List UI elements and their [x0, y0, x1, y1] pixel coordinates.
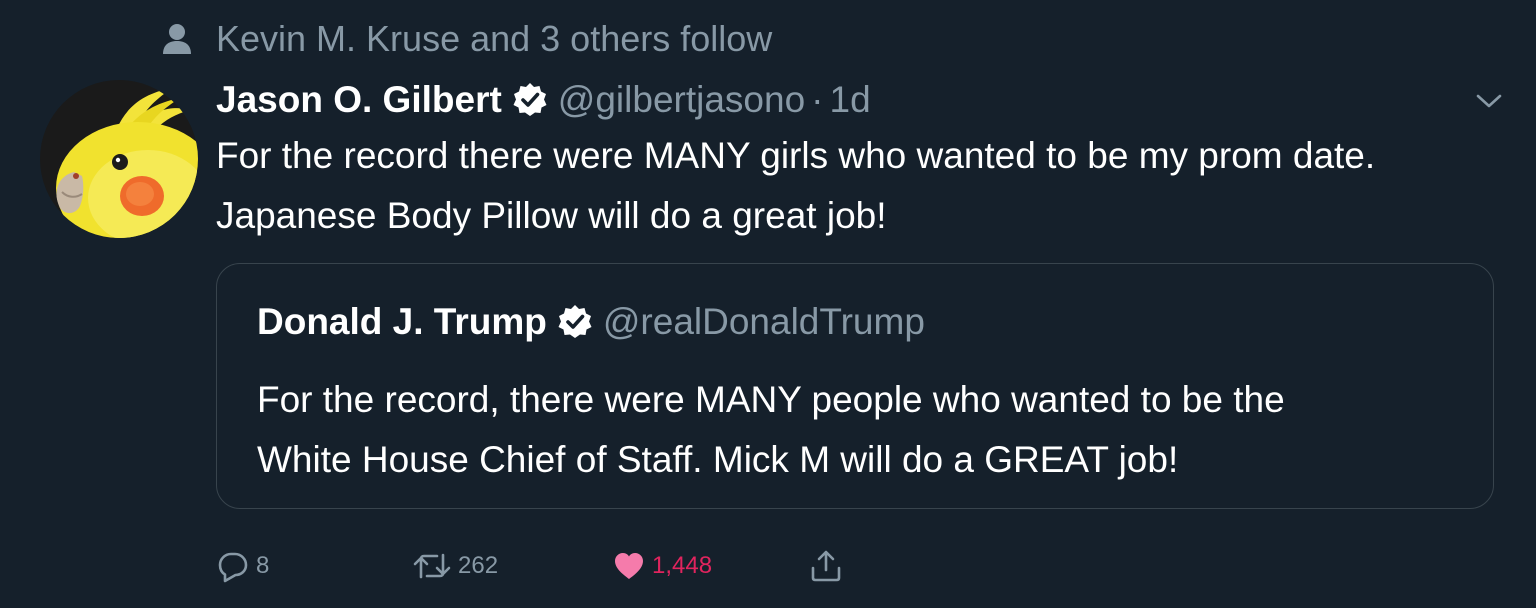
tweet-header: Jason O. Gilbert @gilbertjasono · 1d — [216, 74, 871, 126]
quoted-author-handle: @realDonaldTrump — [602, 301, 925, 342]
tweet-text-line: For the record there were MANY girls who… — [216, 135, 1376, 176]
share-icon — [808, 548, 844, 584]
chevron-down-icon[interactable] — [1472, 86, 1506, 116]
social-context[interactable]: Kevin M. Kruse and 3 others follow — [160, 14, 772, 64]
tweet-text-line: Japanese Body Pillow will do a great job… — [216, 195, 887, 236]
retweet-button[interactable]: 262 — [412, 544, 498, 588]
verified-badge-icon — [512, 82, 548, 118]
tweet[interactable]: Kevin M. Kruse and 3 others follow Jason… — [0, 0, 1536, 608]
like-button[interactable]: 1,448 — [612, 544, 712, 588]
social-context-text: Kevin M. Kruse and 3 others follow — [216, 18, 773, 59]
separator-dot: · — [811, 79, 824, 120]
author-name[interactable]: Jason O. Gilbert — [216, 79, 502, 121]
reply-button[interactable]: 8 — [216, 544, 269, 588]
quoted-author-name: Donald J. Trump — [257, 301, 547, 342]
reply-count: 8 — [256, 552, 270, 579]
like-count: 1,448 — [652, 552, 713, 579]
quoted-tweet[interactable]: Donald J. Trump @realDonaldTrump For the… — [216, 263, 1494, 509]
retweet-icon — [412, 549, 452, 583]
avatar[interactable] — [40, 80, 198, 238]
cockatiel-avatar-icon — [40, 80, 198, 238]
quoted-tweet-text: For the record, there were MANY people w… — [257, 370, 1457, 490]
author-handle[interactable]: @gilbertjasono — [558, 79, 805, 121]
heart-icon — [612, 549, 646, 583]
share-button[interactable] — [808, 544, 844, 588]
reply-icon — [216, 549, 250, 583]
action-bar: 8 262 1,448 — [0, 544, 1536, 588]
quoted-text-line: White House Chief of Staff. Mick M will … — [257, 439, 1179, 480]
tweet-text: For the record there were MANY girls who… — [216, 126, 1516, 246]
verified-badge-icon — [557, 304, 593, 340]
quoted-text-line: For the record, there were MANY people w… — [257, 379, 1285, 420]
quoted-tweet-header: Donald J. Trump @realDonaldTrump — [257, 296, 925, 348]
retweet-count: 262 — [458, 552, 499, 579]
tweet-time[interactable]: 1d — [830, 79, 871, 121]
person-icon — [160, 22, 194, 56]
